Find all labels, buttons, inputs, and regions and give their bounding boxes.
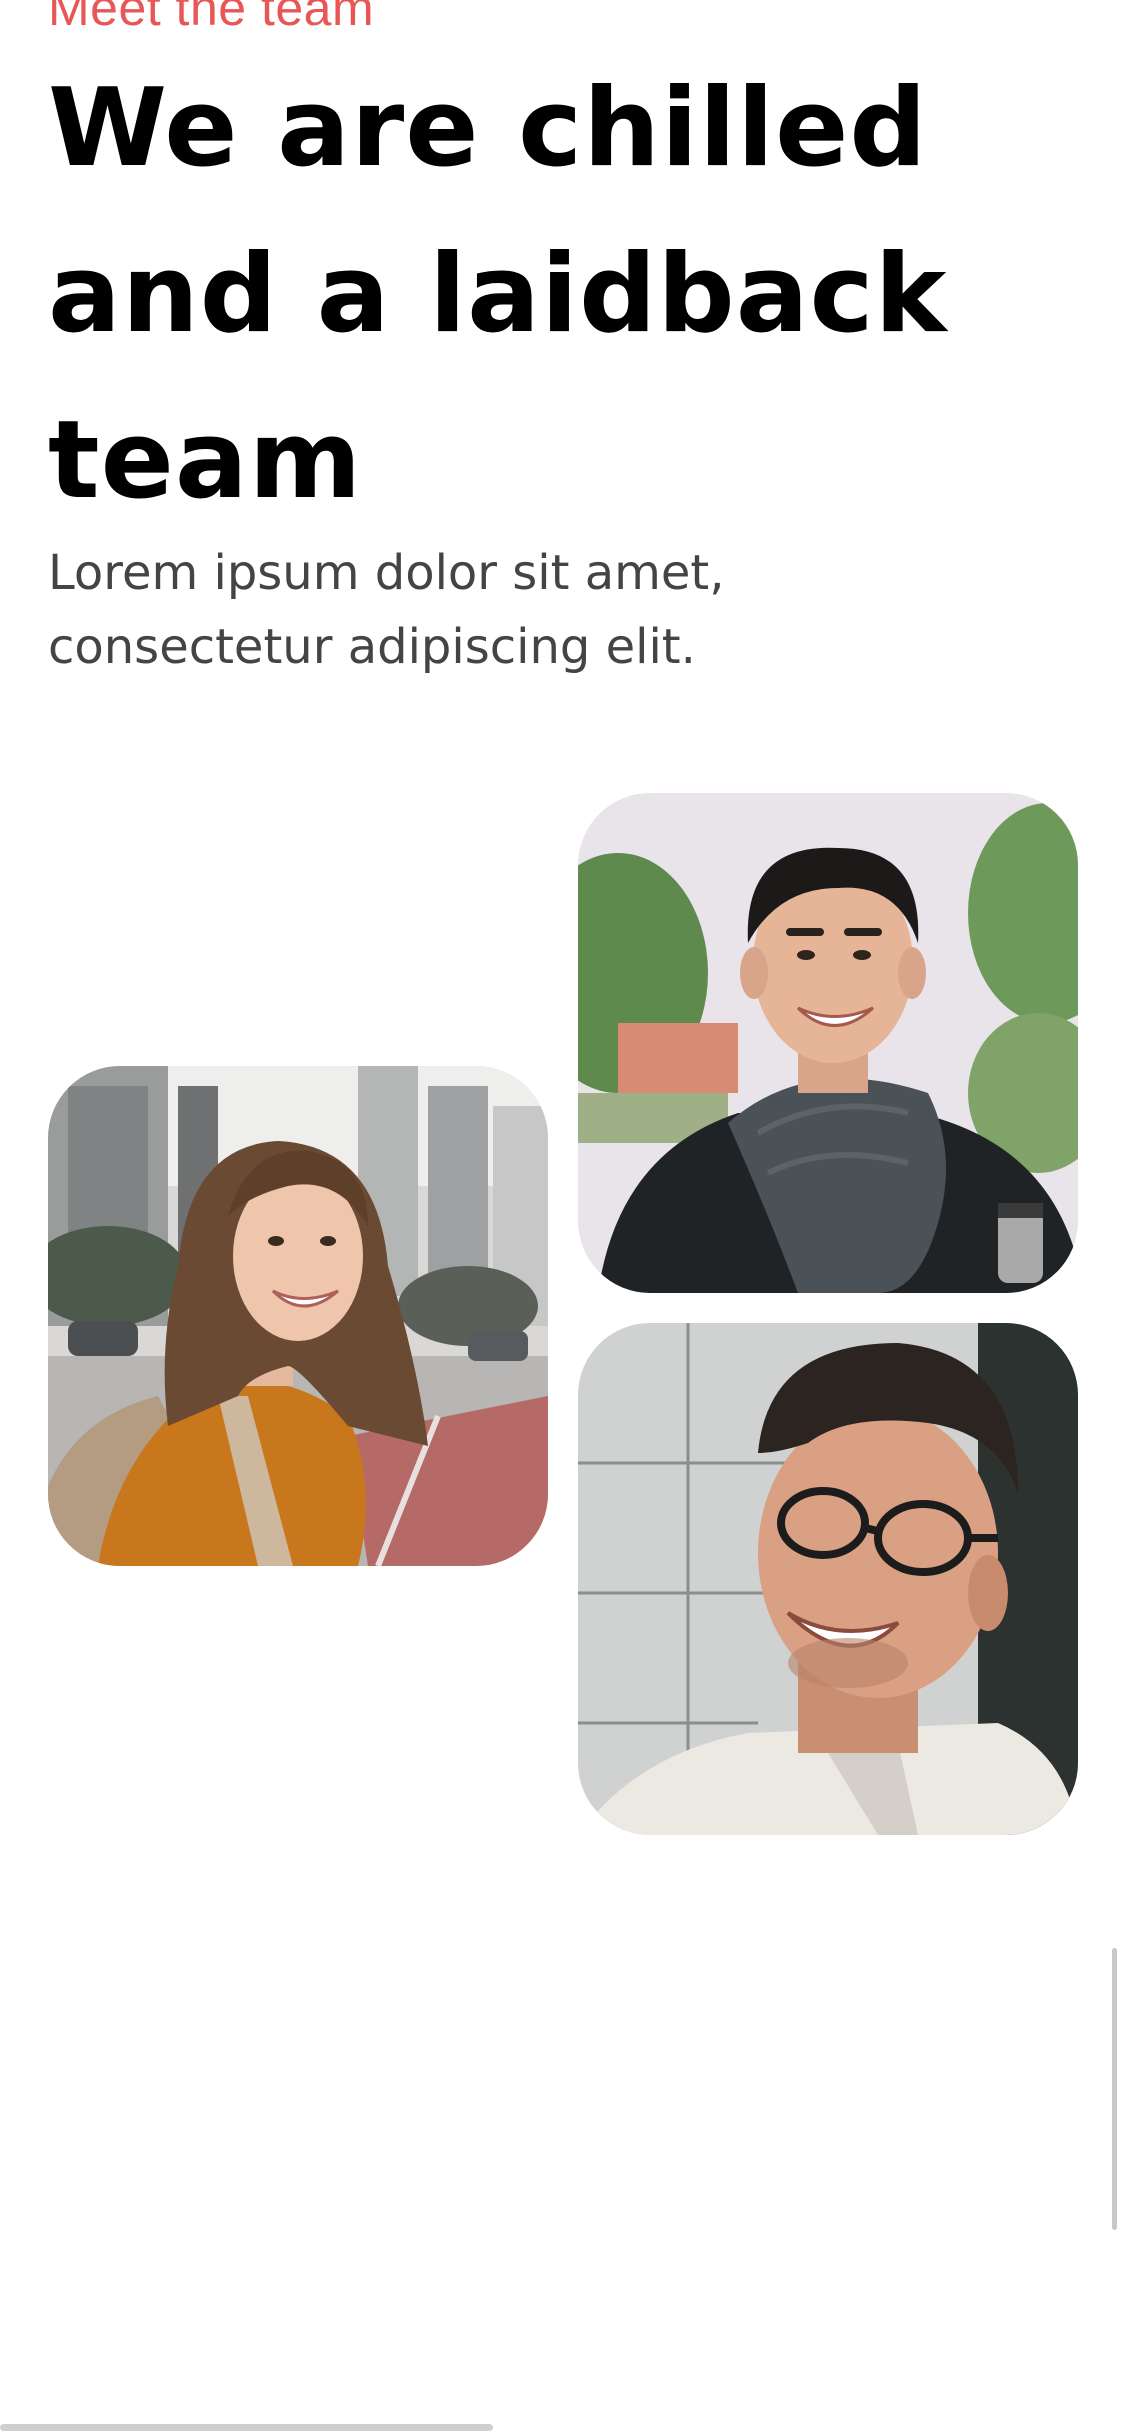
team-photo-man-glasses: [578, 1323, 1078, 1835]
team-photo-man-scarf: [578, 793, 1078, 1293]
vertical-scrollbar[interactable]: [1112, 1948, 1117, 2230]
horizontal-scrollbar[interactable]: [0, 2424, 493, 2431]
team-photo-woman: [48, 1066, 548, 1566]
section-eyebrow: Meet the team: [48, 0, 375, 36]
section-description: Lorem ipsum dolor sit amet, consectetur …: [48, 545, 725, 675]
page-title: We are chilled and a laidback team: [48, 66, 948, 523]
